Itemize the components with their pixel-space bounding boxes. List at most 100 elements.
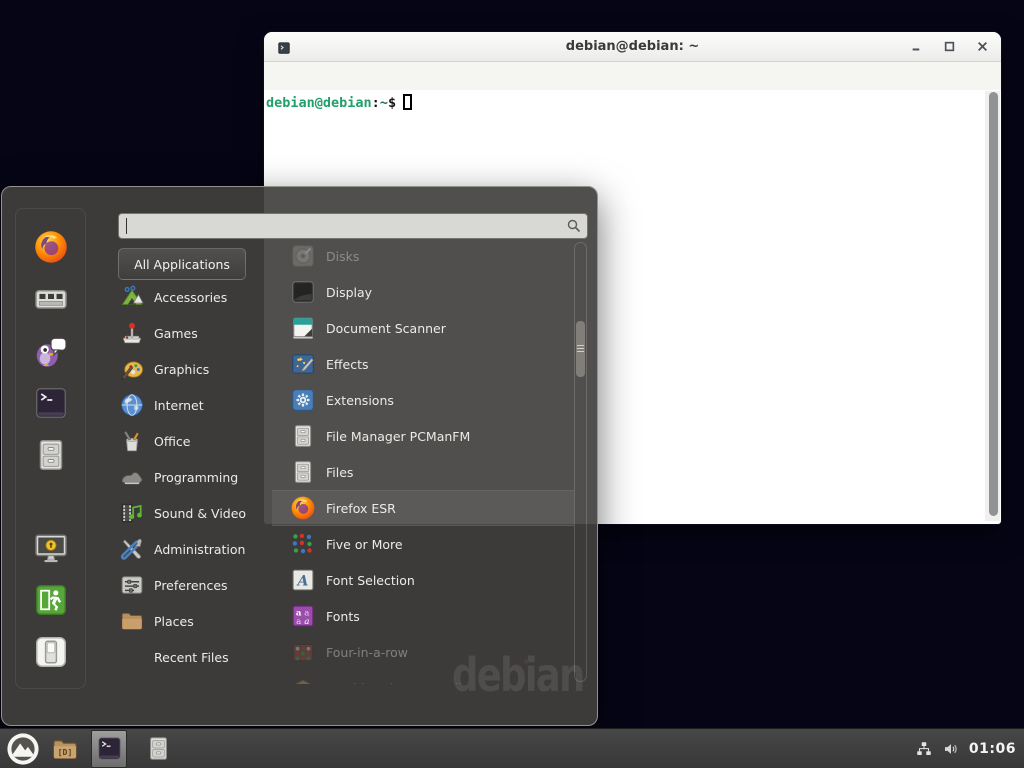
- category-item[interactable]: Preferences: [119, 567, 269, 603]
- favorite-file-manager[interactable]: [33, 437, 69, 473]
- maximize-button[interactable]: [944, 41, 955, 52]
- firefox-icon: [290, 495, 316, 521]
- office-icon: [119, 428, 145, 454]
- file-manager-launcher[interactable]: [140, 730, 176, 768]
- font-selection-icon: A: [290, 567, 316, 593]
- four-in-a-row-icon: [290, 639, 316, 665]
- category-item[interactable]: Programming: [119, 459, 269, 495]
- shutdown-icon: [33, 634, 69, 670]
- category-label: Games: [154, 326, 198, 341]
- application-label: Files: [326, 465, 353, 480]
- category-item[interactable]: Places: [119, 603, 269, 639]
- terminal-scrollbar-thumb[interactable]: [989, 92, 998, 516]
- desktop-folder-launcher[interactable]: [D]: [47, 730, 83, 768]
- application-item[interactable]: Disks: [272, 238, 574, 274]
- close-icon: [977, 41, 988, 52]
- close-button[interactable]: [977, 41, 988, 52]
- terminal-app-icon: [33, 385, 69, 421]
- application-label: GDebi Package Installer: [326, 681, 475, 685]
- favorites-column: [15, 208, 86, 689]
- menu-button[interactable]: [5, 730, 41, 768]
- category-item[interactable]: Sound & Video: [119, 495, 269, 531]
- prompt-path: ~: [380, 95, 388, 111]
- search-input[interactable]: [118, 213, 588, 239]
- five-or-more-icon: [290, 531, 316, 557]
- svg-text:A: A: [296, 573, 309, 589]
- application-item[interactable]: Display: [272, 274, 574, 310]
- search-caret: [126, 218, 127, 234]
- programming-icon: [119, 464, 145, 490]
- terminal-menubar: [264, 62, 1001, 90]
- extensions-icon: [290, 387, 316, 413]
- terminal-titlebar[interactable]: debian@debian: ~: [264, 32, 1001, 62]
- category-label: Recent Files: [154, 650, 229, 665]
- application-label: File Manager PCManFM: [326, 429, 470, 444]
- preferences-icon: [119, 572, 145, 598]
- prompt-symbol: $: [388, 95, 396, 111]
- file-cabinet-icon: [33, 437, 69, 473]
- file-cabinet-icon: [145, 735, 172, 762]
- sound-video-icon: [119, 500, 145, 526]
- all-applications-button[interactable]: All Applications: [118, 248, 246, 280]
- application-menu: All Applications Accessories Games Graph…: [1, 186, 598, 726]
- category-item[interactable]: Administration: [119, 531, 269, 567]
- application-item[interactable]: File Manager PCManFM: [272, 418, 574, 454]
- application-item[interactable]: Firefox ESR: [272, 490, 574, 526]
- scanner-icon: [290, 315, 316, 341]
- firefox-icon: [33, 229, 69, 265]
- application-item[interactable]: Four-in-a-row: [272, 634, 574, 670]
- application-item[interactable]: Document Scanner: [272, 310, 574, 346]
- application-item[interactable]: GDebi Package Installer: [272, 670, 574, 684]
- maximize-icon: [944, 41, 955, 52]
- application-label: Firefox ESR: [326, 501, 396, 516]
- category-item[interactable]: Recent Files: [119, 639, 269, 675]
- application-list-scrollbar-thumb[interactable]: [576, 321, 585, 377]
- application-item[interactable]: aaaa Fonts: [272, 598, 574, 634]
- category-item[interactable]: Graphics: [119, 351, 269, 387]
- logout-icon: [33, 582, 69, 618]
- minimize-button[interactable]: [911, 41, 922, 52]
- application-label: Document Scanner: [326, 321, 446, 336]
- menu-logo-icon: [6, 732, 40, 766]
- prompt-user: debian@debian: [266, 95, 372, 111]
- category-label: Sound & Video: [154, 506, 246, 521]
- category-item[interactable]: Accessories: [119, 279, 269, 315]
- application-item[interactable]: A Font Selection: [272, 562, 574, 598]
- file-cabinet-icon: [290, 459, 316, 485]
- application-label: Extensions: [326, 393, 394, 408]
- network-icon: [915, 740, 933, 758]
- application-item[interactable]: Extensions: [272, 382, 574, 418]
- application-item[interactable]: Effects: [272, 346, 574, 382]
- terminal-window-icon: [277, 40, 291, 54]
- window-controls: [911, 32, 988, 61]
- internet-icon: [119, 392, 145, 418]
- favorite-pidgin[interactable]: [33, 333, 69, 369]
- shutdown-button[interactable]: [33, 634, 69, 670]
- application-item[interactable]: Files: [272, 454, 574, 490]
- file-cabinet-icon: [290, 423, 316, 449]
- games-icon: [119, 320, 145, 346]
- application-label: Disks: [326, 249, 359, 264]
- network-tray-icon[interactable]: [915, 740, 933, 758]
- lock-screen-button[interactable]: [33, 530, 69, 566]
- volume-tray-icon[interactable]: [942, 740, 960, 758]
- category-label: Graphics: [154, 362, 209, 377]
- category-label: Accessories: [154, 290, 227, 305]
- category-item[interactable]: Games: [119, 315, 269, 351]
- logout-button[interactable]: [33, 582, 69, 618]
- application-list: Disks Display Document Scanner Effects E…: [272, 238, 574, 684]
- menu-search: [118, 213, 588, 239]
- gdebi-icon: [290, 675, 316, 684]
- favorite-software[interactable]: [33, 281, 69, 317]
- category-item[interactable]: Office: [119, 423, 269, 459]
- category-list: Accessories Games Graphics Internet Offi…: [119, 279, 269, 675]
- favorite-firefox[interactable]: [33, 229, 69, 265]
- minimize-icon: [911, 41, 922, 52]
- application-label: Effects: [326, 357, 369, 372]
- taskbar: [D] 01:06: [0, 728, 1024, 768]
- favorite-terminal[interactable]: [33, 385, 69, 421]
- category-item[interactable]: Internet: [119, 387, 269, 423]
- application-item[interactable]: Five or More: [272, 526, 574, 562]
- terminal-window-button[interactable]: [91, 730, 127, 768]
- places-icon: [119, 608, 145, 634]
